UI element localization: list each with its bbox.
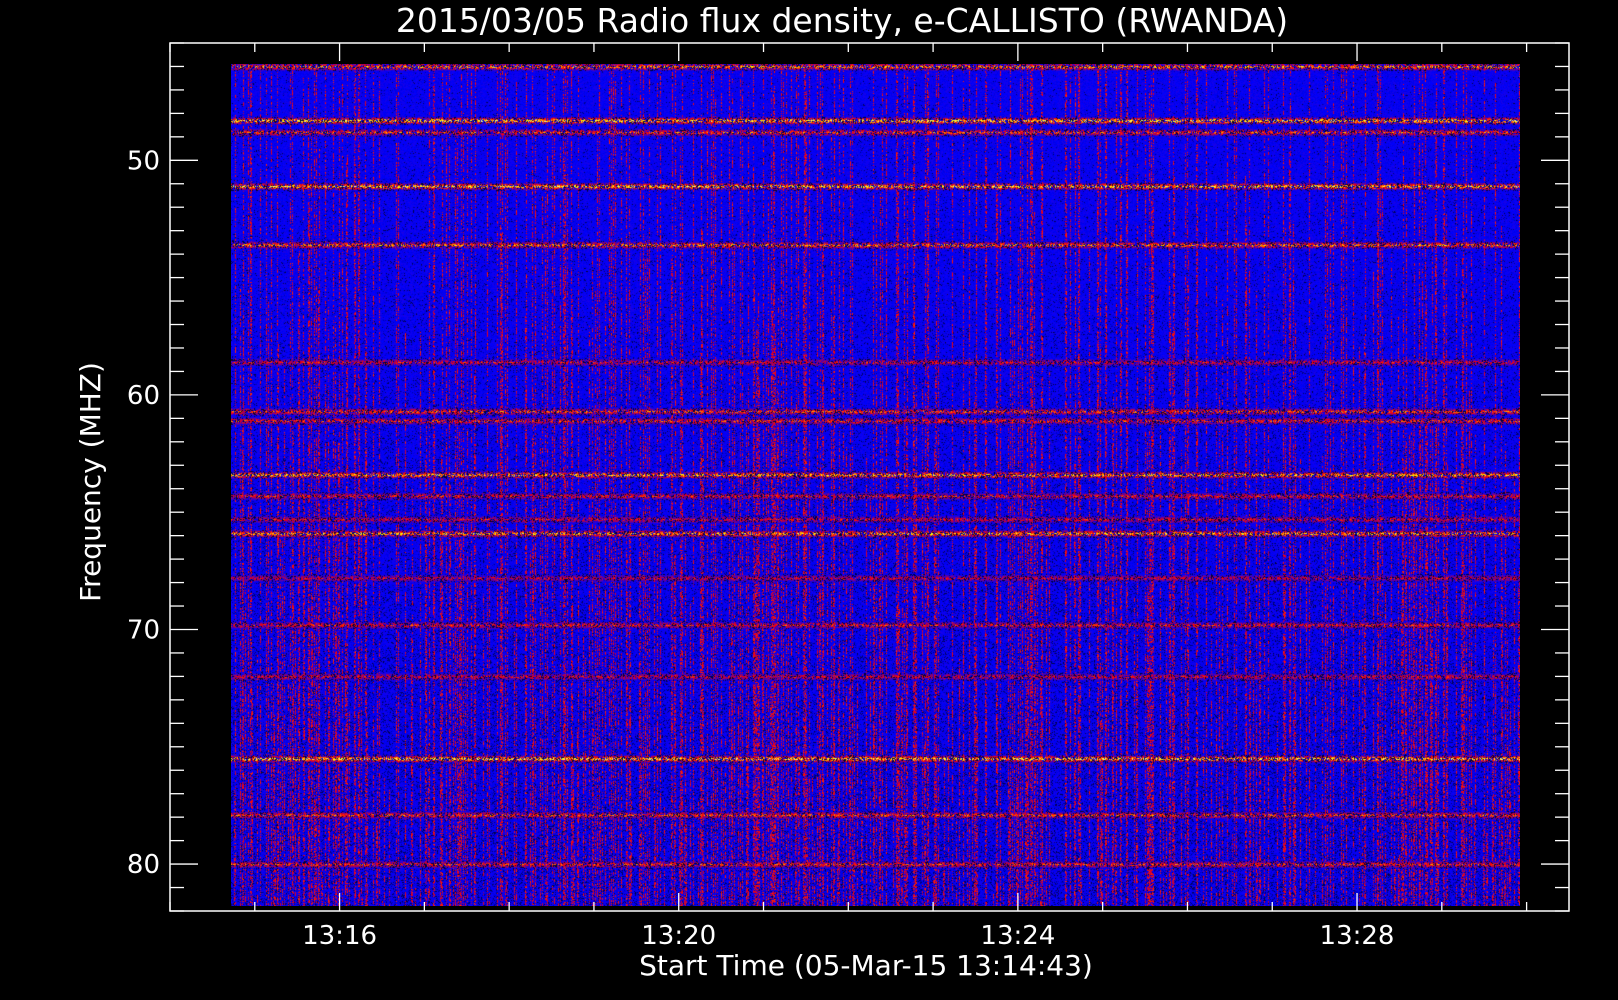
x-tick-label: 13:24 xyxy=(980,921,1055,951)
chart-title: 2015/03/05 Radio flux density, e-CALLIST… xyxy=(396,1,1288,40)
y-tick-label: 70 xyxy=(127,615,160,645)
x-tick-label: 13:28 xyxy=(1320,921,1395,951)
plot-area xyxy=(231,64,1520,906)
y-axis-label: Frequency (MHZ) xyxy=(74,362,107,602)
heatmap-image xyxy=(231,64,1520,906)
y-tick-label: 50 xyxy=(127,146,160,176)
spectrogram-chart: 2015/03/05 Radio flux density, e-CALLIST… xyxy=(0,0,1618,1000)
x-axis-label: Start Time (05-Mar-15 13:14:43) xyxy=(639,949,1093,982)
x-tick-label: 13:20 xyxy=(641,921,716,951)
y-tick-label: 80 xyxy=(127,850,160,880)
y-tick-label: 60 xyxy=(127,381,160,411)
x-tick-label: 13:16 xyxy=(302,921,377,951)
